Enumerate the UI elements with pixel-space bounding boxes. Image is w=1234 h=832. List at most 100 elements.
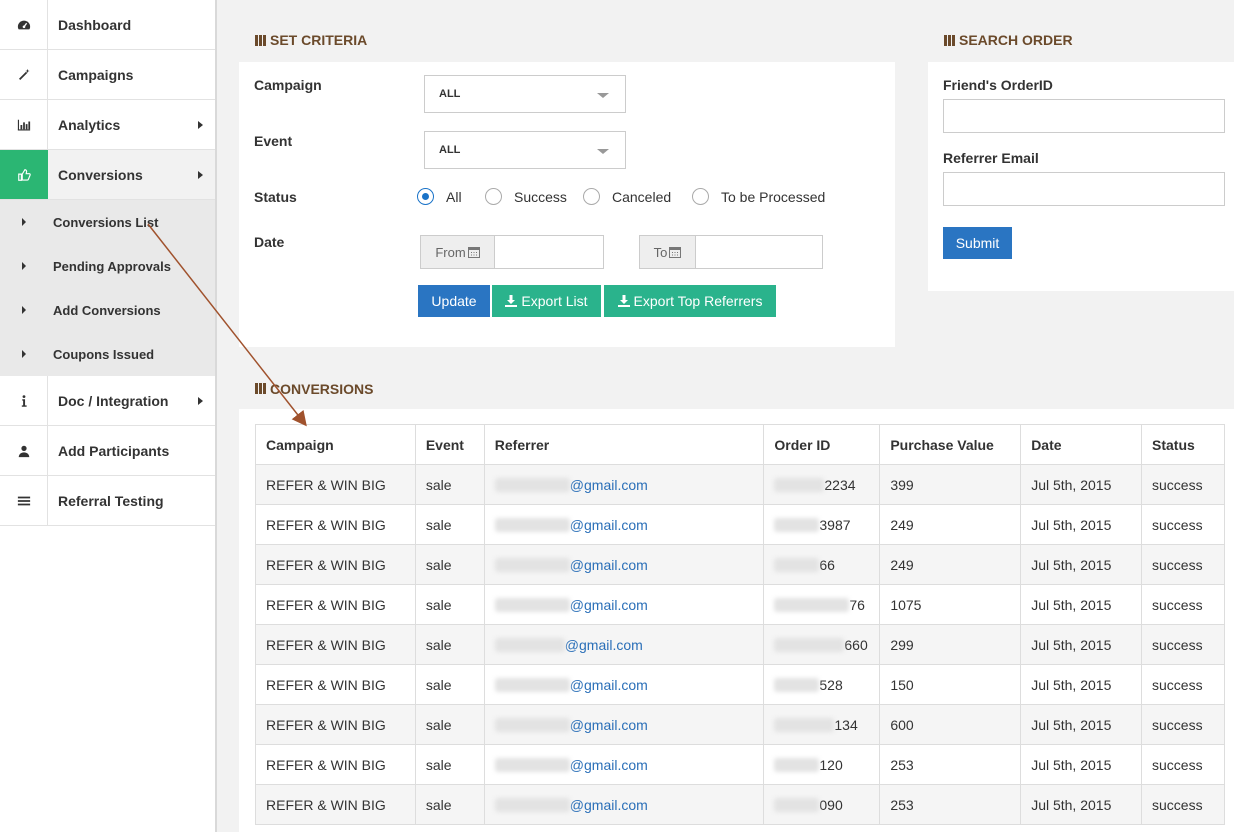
referrer-email[interactable]: @gmail.com [570, 477, 648, 493]
cell-referrer[interactable]: @gmail.com [483, 624, 765, 665]
panel-title: CONVERSIONS [270, 380, 374, 397]
sidebar-item-doc-integration[interactable]: Doc / Integration [0, 376, 215, 426]
column-header-date[interactable]: Date [1020, 424, 1143, 465]
radio-button[interactable] [485, 188, 502, 205]
redacted-text [494, 637, 565, 652]
sidebar-item-analytics[interactable]: Analytics [0, 100, 215, 150]
table-row[interactable]: REFER & WIN BIG sale @gmail.com 120 253 Jul 5… [255, 744, 1225, 785]
radio-button[interactable] [692, 188, 709, 205]
campaign-select[interactable]: ALL [424, 75, 626, 113]
redacted-text [774, 517, 820, 532]
caret-right-icon [185, 150, 215, 199]
status-radio-success[interactable]: Success [485, 188, 567, 205]
cell-referrer[interactable]: @gmail.com [483, 704, 765, 745]
referrer-email-input[interactable] [943, 172, 1225, 206]
download-icon [617, 295, 630, 307]
cell-campaign: REFER & WIN BIG [255, 504, 416, 545]
cell-purchase-value: 253 [879, 744, 1022, 785]
friend-order-id-input[interactable] [943, 99, 1225, 133]
cell-date: Jul 5th, 2015 [1020, 584, 1143, 625]
cell-referrer[interactable]: @gmail.com [483, 464, 765, 505]
column-header-event[interactable]: Event [414, 424, 485, 465]
column-header-order-id[interactable]: Order ID [763, 424, 881, 465]
table-row[interactable]: REFER & WIN BIG sale @gmail.com 090 253 Jul 5… [255, 784, 1225, 825]
sidebar-item-conversions[interactable]: Conversions [0, 150, 215, 200]
table-row[interactable]: REFER & WIN BIG sale @gmail.com 2234 399 Jul … [255, 464, 1225, 505]
cell-referrer[interactable]: @gmail.com [483, 784, 765, 825]
referrer-email[interactable]: @gmail.com [570, 757, 648, 773]
submenu-item-coupons-issued[interactable]: Coupons Issued [0, 332, 215, 376]
referrer-email[interactable]: @gmail.com [570, 717, 648, 733]
update-button[interactable]: Update [418, 285, 490, 317]
redacted-text [774, 677, 820, 692]
sidebar-item-dashboard[interactable]: Dashboard [0, 0, 215, 50]
referrer-email[interactable]: @gmail.com [565, 637, 643, 653]
status-radio-all[interactable]: All [417, 188, 462, 205]
cell-referrer[interactable]: @gmail.com [483, 504, 765, 545]
redacted-text [494, 517, 570, 532]
cell-order-id: 66 [763, 544, 881, 585]
cell-referrer[interactable]: @gmail.com [483, 744, 765, 785]
table-row[interactable]: REFER & WIN BIG sale @gmail.com 528 150 Jul 5… [255, 664, 1225, 705]
table-row[interactable]: REFER & WIN BIG sale @gmail.com 3987 249 Jul … [255, 504, 1225, 545]
cell-referrer[interactable]: @gmail.com [483, 664, 765, 705]
cell-order-id: 090 [763, 784, 881, 825]
cell-date: Jul 5th, 2015 [1020, 624, 1143, 665]
sidebar-item-add-participants[interactable]: Add Participants [0, 426, 215, 476]
cell-campaign: REFER & WIN BIG [255, 704, 416, 745]
to-date-input[interactable] [695, 235, 823, 269]
referrer-email[interactable]: @gmail.com [570, 797, 648, 813]
export-list-button[interactable]: Export List [492, 285, 601, 317]
list-icon [0, 476, 48, 525]
referrer-email[interactable]: @gmail.com [570, 517, 648, 533]
cell-referrer[interactable]: @gmail.com [483, 544, 765, 585]
export-top-referrers-label: Export Top Referrers [633, 293, 763, 309]
cell-date: Jul 5th, 2015 [1020, 544, 1143, 585]
column-header-status[interactable]: Status [1141, 424, 1225, 465]
cell-date: Jul 5th, 2015 [1020, 704, 1143, 745]
status-label: Status [254, 189, 297, 205]
radio-label: Success [514, 188, 567, 205]
panel-header: CONVERSIONS [239, 368, 1234, 409]
column-header-referrer[interactable]: Referrer [483, 424, 765, 465]
column-header-purchase-value[interactable]: Purchase Value [879, 424, 1022, 465]
submenu-item-pending-approvals[interactable]: Pending Approvals [0, 244, 215, 288]
submenu-item-add-conversions[interactable]: Add Conversions [0, 288, 215, 332]
cell-date: Jul 5th, 2015 [1020, 744, 1143, 785]
table-row[interactable]: REFER & WIN BIG sale @gmail.com 134 600 Jul 5… [255, 704, 1225, 745]
column-header-campaign[interactable]: Campaign [255, 424, 416, 465]
cell-date: Jul 5th, 2015 [1020, 784, 1143, 825]
redacted-text [494, 757, 570, 772]
sidebar-item-label: Analytics [58, 116, 121, 133]
submenu-item-label: Pending Approvals [53, 258, 171, 274]
export-top-referrers-button[interactable]: Export Top Referrers [604, 285, 776, 317]
sidebar-item-label: Doc / Integration [58, 392, 169, 409]
referrer-email[interactable]: @gmail.com [570, 677, 648, 693]
grid-icon [255, 383, 266, 394]
cell-status: success [1141, 464, 1225, 505]
radio-button[interactable] [583, 188, 600, 205]
radio-button[interactable] [417, 188, 434, 205]
event-label: Event [254, 133, 293, 149]
event-select[interactable]: ALL [424, 131, 626, 169]
sidebar-item-label: Conversions [58, 166, 143, 183]
redacted-text [774, 717, 835, 732]
cell-event: sale [414, 704, 485, 745]
event-select-value: ALL [439, 144, 461, 156]
table-row[interactable]: REFER & WIN BIG sale @gmail.com 660 299 Jul 5… [255, 624, 1225, 665]
status-radio-to-be-processed[interactable]: To be Processed [692, 188, 825, 205]
submit-button[interactable]: Submit [943, 227, 1012, 259]
cell-referrer[interactable]: @gmail.com [483, 584, 765, 625]
search-order-panel: SEARCH ORDER Friend's OrderID Referrer E… [928, 18, 1234, 291]
referrer-email[interactable]: @gmail.com [570, 557, 648, 573]
cell-status: success [1141, 584, 1225, 625]
table-row[interactable]: REFER & WIN BIG sale @gmail.com 66 249 Jul 5t… [255, 544, 1225, 585]
submenu-item-conversions-list[interactable]: Conversions List [0, 200, 215, 244]
submenu-item-label: Conversions List [53, 214, 159, 230]
sidebar-item-campaigns[interactable]: Campaigns [0, 50, 215, 100]
from-date-input[interactable] [494, 235, 604, 269]
sidebar-item-referral-testing[interactable]: Referral Testing [0, 476, 215, 526]
referrer-email[interactable]: @gmail.com [570, 597, 648, 613]
status-radio-canceled[interactable]: Canceled [583, 188, 671, 205]
table-row[interactable]: REFER & WIN BIG sale @gmail.com 76 1075 Jul 5… [255, 584, 1225, 625]
